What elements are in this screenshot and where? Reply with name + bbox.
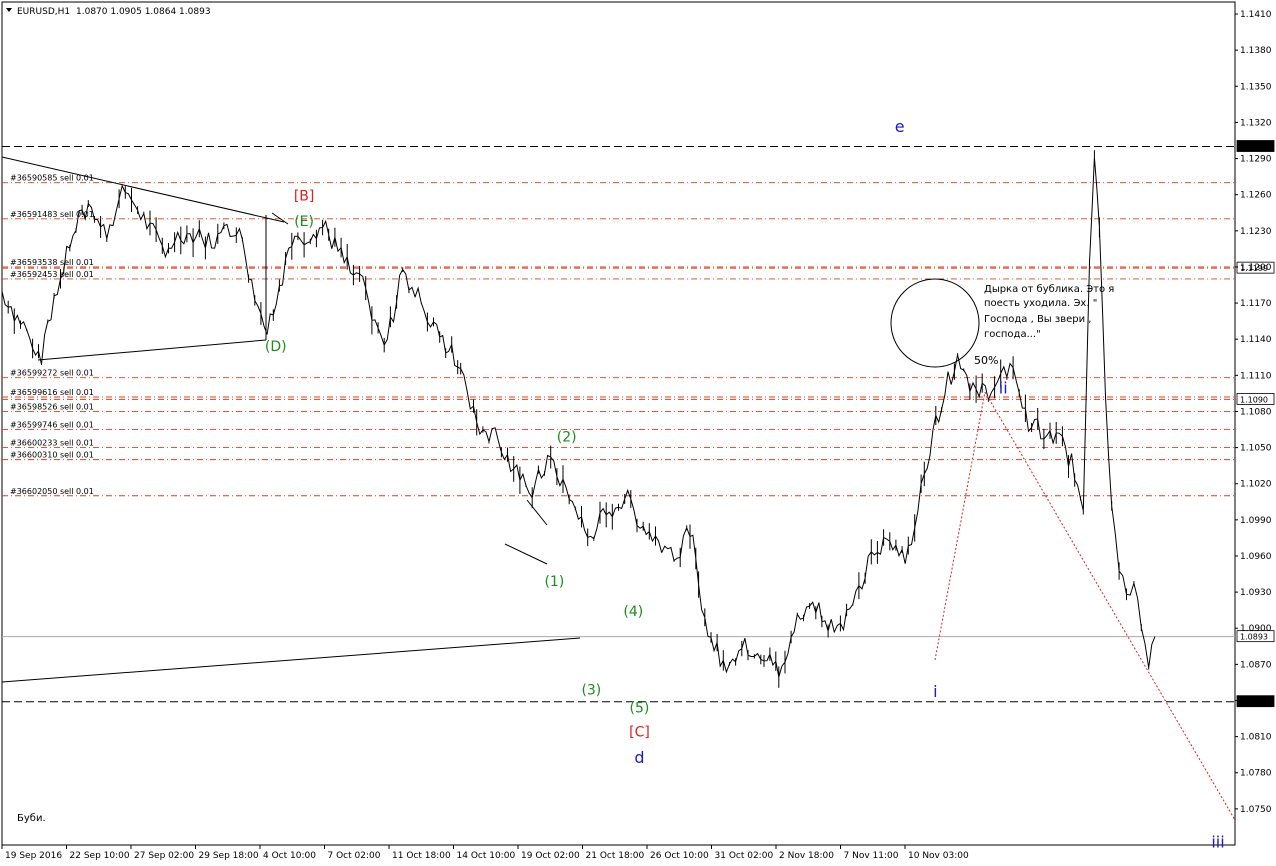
trend-lines	[1, 156, 581, 683]
y-tick-label: 1.0780	[1240, 769, 1272, 779]
wave-label: ii	[999, 378, 1008, 397]
annotation-line-1: Дырка от бублика. Это я	[984, 284, 1114, 295]
header: EURUSD,H1 1.0870 1.0905 1.0864 1.0893	[6, 7, 211, 17]
y-tick-label: 1.1020	[1240, 480, 1272, 490]
annotation-circle[interactable]	[890, 278, 980, 368]
y-tick-label: 1.1230	[1240, 227, 1272, 237]
order-label: #36599272 sell 0.01	[10, 369, 94, 378]
x-tick-label: 7 Oct 02:00	[328, 851, 381, 861]
y-tick-label: 1.1080	[1240, 407, 1272, 417]
y-tick-label: 1.1380	[1240, 46, 1272, 56]
y-tick-label: 1.0960	[1240, 552, 1272, 562]
price-line	[1, 150, 1156, 688]
wave-label: [C]	[629, 725, 650, 741]
wave-label: d	[634, 748, 644, 767]
header-ohlc: 1.0870 1.0905 1.0864 1.0893	[76, 7, 211, 17]
wave-label: (E)	[294, 214, 314, 230]
y-tick-label: 1.0930	[1240, 588, 1272, 598]
x-tick-label: 26 Oct 10:00	[650, 851, 709, 861]
percent-label: 50%	[974, 354, 998, 367]
y-tick-label: 1.1260	[1240, 191, 1272, 201]
order-label: #36598526 sell 0.01	[10, 402, 94, 411]
y-tick-label: 1.1050	[1240, 444, 1272, 454]
triangle-lower-line[interactable]	[37, 339, 267, 361]
price-axis: 1.1410 1.1380 1.1350 1.1320 1.1290 1.1260 1.12…	[1235, 10, 1272, 815]
triangle-down-icon[interactable]	[6, 8, 12, 12]
level-price-label: 1.1300	[1240, 143, 1268, 152]
wave-e-connector	[271, 212, 289, 225]
wave-label: (5)	[630, 701, 650, 717]
wedge-upper-line[interactable]	[526, 499, 548, 526]
x-tick-label: 27 Sep 02:00	[134, 851, 194, 861]
y-tick-label: 1.1410	[1240, 10, 1272, 20]
order-label: #36600233 sell 0.01	[10, 439, 94, 448]
x-tick-label: 22 Sep 10:00	[70, 851, 130, 861]
wave-label: [B]	[294, 189, 315, 205]
order-label: #36599616 sell 0.01	[10, 388, 94, 397]
wave-label: (2)	[557, 430, 577, 446]
y-tick-label: 1.1110	[1240, 371, 1272, 381]
x-tick-label: 21 Oct 18:00	[586, 851, 645, 861]
projection-to-ii[interactable]	[934, 391, 986, 661]
wave-label: i	[933, 682, 937, 701]
y-tick-label: 1.0840	[1240, 696, 1272, 706]
projection-to-iii[interactable]	[984, 391, 1236, 821]
annotation-line-3: Господа , Вы звери ,	[984, 314, 1091, 325]
x-tick-label: 10 Nov 03:00	[908, 851, 969, 861]
x-tick-label: 19 Oct 02:00	[521, 851, 580, 861]
chart-canvas: EURUSD,H1 1.0870 1.0905 1.0864 1.0893 1.…	[1, 1, 1275, 861]
order-lines: #36590585 sell 0.01#36591483 sell 0.01#3…	[2, 174, 1235, 497]
y-tick-label: 1.0900	[1240, 624, 1272, 634]
wave-label: (D)	[265, 339, 287, 355]
annotation-line-2: поесть уходила. Эх. "	[984, 298, 1097, 309]
order-label: #36600310 sell 0.01	[10, 451, 94, 460]
y-tick-label: 1.0750	[1240, 805, 1272, 815]
y-tick-label: 1.0990	[1240, 516, 1272, 526]
wave-label: (3)	[581, 682, 601, 698]
x-tick-label: 2 Nov 18:00	[779, 851, 834, 861]
x-tick-label: 11 Oct 18:00	[392, 851, 451, 861]
header-symbol: EURUSD,H1	[17, 7, 70, 17]
order-label: #36599746 sell 0.01	[10, 421, 94, 430]
y-tick-label: 1.1140	[1240, 335, 1272, 345]
level-price-label: 1.1090	[1240, 395, 1268, 404]
y-tick-label: 1.0870	[1240, 660, 1272, 670]
x-tick-label: 29 Sep 18:00	[199, 851, 259, 861]
x-tick-label: 4 Oct 10:00	[263, 851, 316, 861]
channel-line-lower[interactable]	[1, 637, 581, 683]
x-tick-label: 14 Oct 10:00	[457, 851, 516, 861]
wave-labels: [B](E)(D)(2)(1)(4)(3)(5)[C]deiiiiii	[265, 117, 1225, 851]
x-tick-label: 19 Sep 2016	[5, 851, 62, 861]
order-label: #36593538 sell 0.01	[10, 258, 94, 267]
footer-note: Буби.	[17, 813, 46, 824]
order-label: #36602050 sell 0.01	[10, 487, 94, 496]
y-tick-label: 1.1170	[1240, 299, 1272, 309]
y-tick-label: 1.1350	[1240, 82, 1272, 92]
horizontal-levels: 1.13001.11991.10901.08931.0839	[2, 140, 1275, 708]
x-tick-label: 31 Oct 02:00	[715, 851, 774, 861]
y-tick-label: 1.1320	[1240, 118, 1272, 128]
y-tick-label: 1.1200	[1240, 263, 1272, 273]
time-axis: 19 Sep 2016 22 Sep 10:00 27 Sep 02:00 29 Se…	[1, 845, 969, 861]
wave-label: (1)	[544, 574, 564, 590]
wave-label: (4)	[623, 604, 643, 620]
order-label: #36592453 sell 0.01	[10, 270, 94, 279]
wave-label: e	[895, 117, 905, 136]
y-tick-label: 1.0810	[1240, 733, 1272, 743]
wave-label: iii	[1211, 832, 1224, 851]
order-label: #36591483 sell 0.01	[10, 210, 94, 219]
wedge-lower-line[interactable]	[504, 543, 548, 565]
x-tick-label: 7 Nov 11:00	[844, 851, 899, 861]
annotation: Дырка от бублика. Это я поесть уходила. …	[890, 278, 1114, 368]
annotation-line-4: господа..."	[984, 329, 1041, 340]
price-series	[1, 150, 1156, 688]
y-tick-label: 1.1290	[1240, 155, 1272, 165]
